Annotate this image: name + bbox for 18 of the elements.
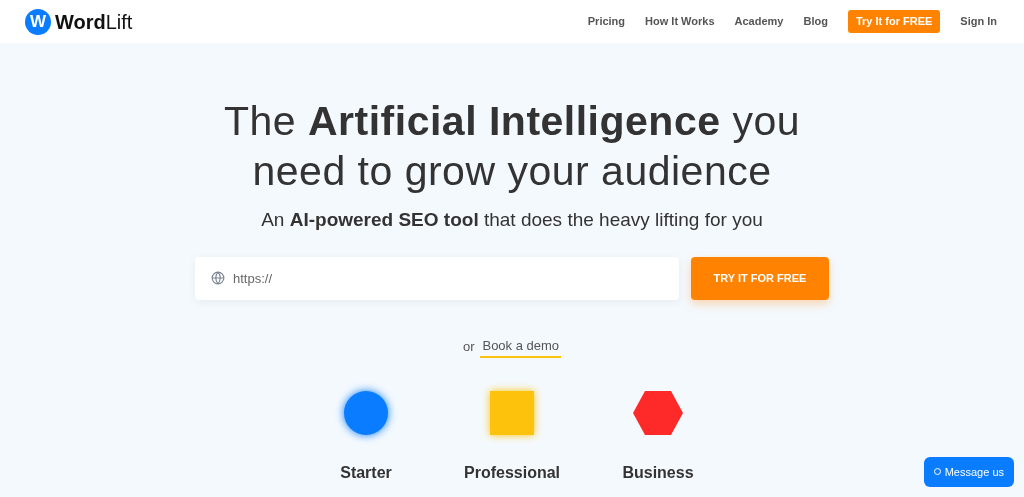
plan-name: Starter <box>340 463 392 483</box>
logo-text[interactable]: WordLift <box>55 6 133 37</box>
hexagon-icon <box>633 391 683 435</box>
nav-link[interactable]: Pricing <box>587 13 626 30</box>
nav-link[interactable]: Academy <box>734 13 784 30</box>
url-field[interactable]: https:// <box>195 256 679 300</box>
globe-icon <box>211 270 225 285</box>
plan-name: Professional <box>464 463 560 483</box>
or-text: or <box>462 338 475 356</box>
logo-mark[interactable]: W <box>25 8 51 35</box>
nav-link[interactable]: Blog <box>803 13 828 30</box>
nav-link[interactable]: How It Works <box>645 13 715 30</box>
plan-name: Business <box>622 463 694 483</box>
message-us-button[interactable]: Message us <box>923 456 1014 487</box>
nav-link[interactable]: Sign In <box>960 13 997 30</box>
subtitle: An AI-powered SEO tool that does the heavy lifting for you <box>261 208 763 232</box>
book-demo-link[interactable]: Book a demo <box>480 335 562 358</box>
headline: The Artificial Intelligence you need to grow your audience <box>222 97 801 196</box>
